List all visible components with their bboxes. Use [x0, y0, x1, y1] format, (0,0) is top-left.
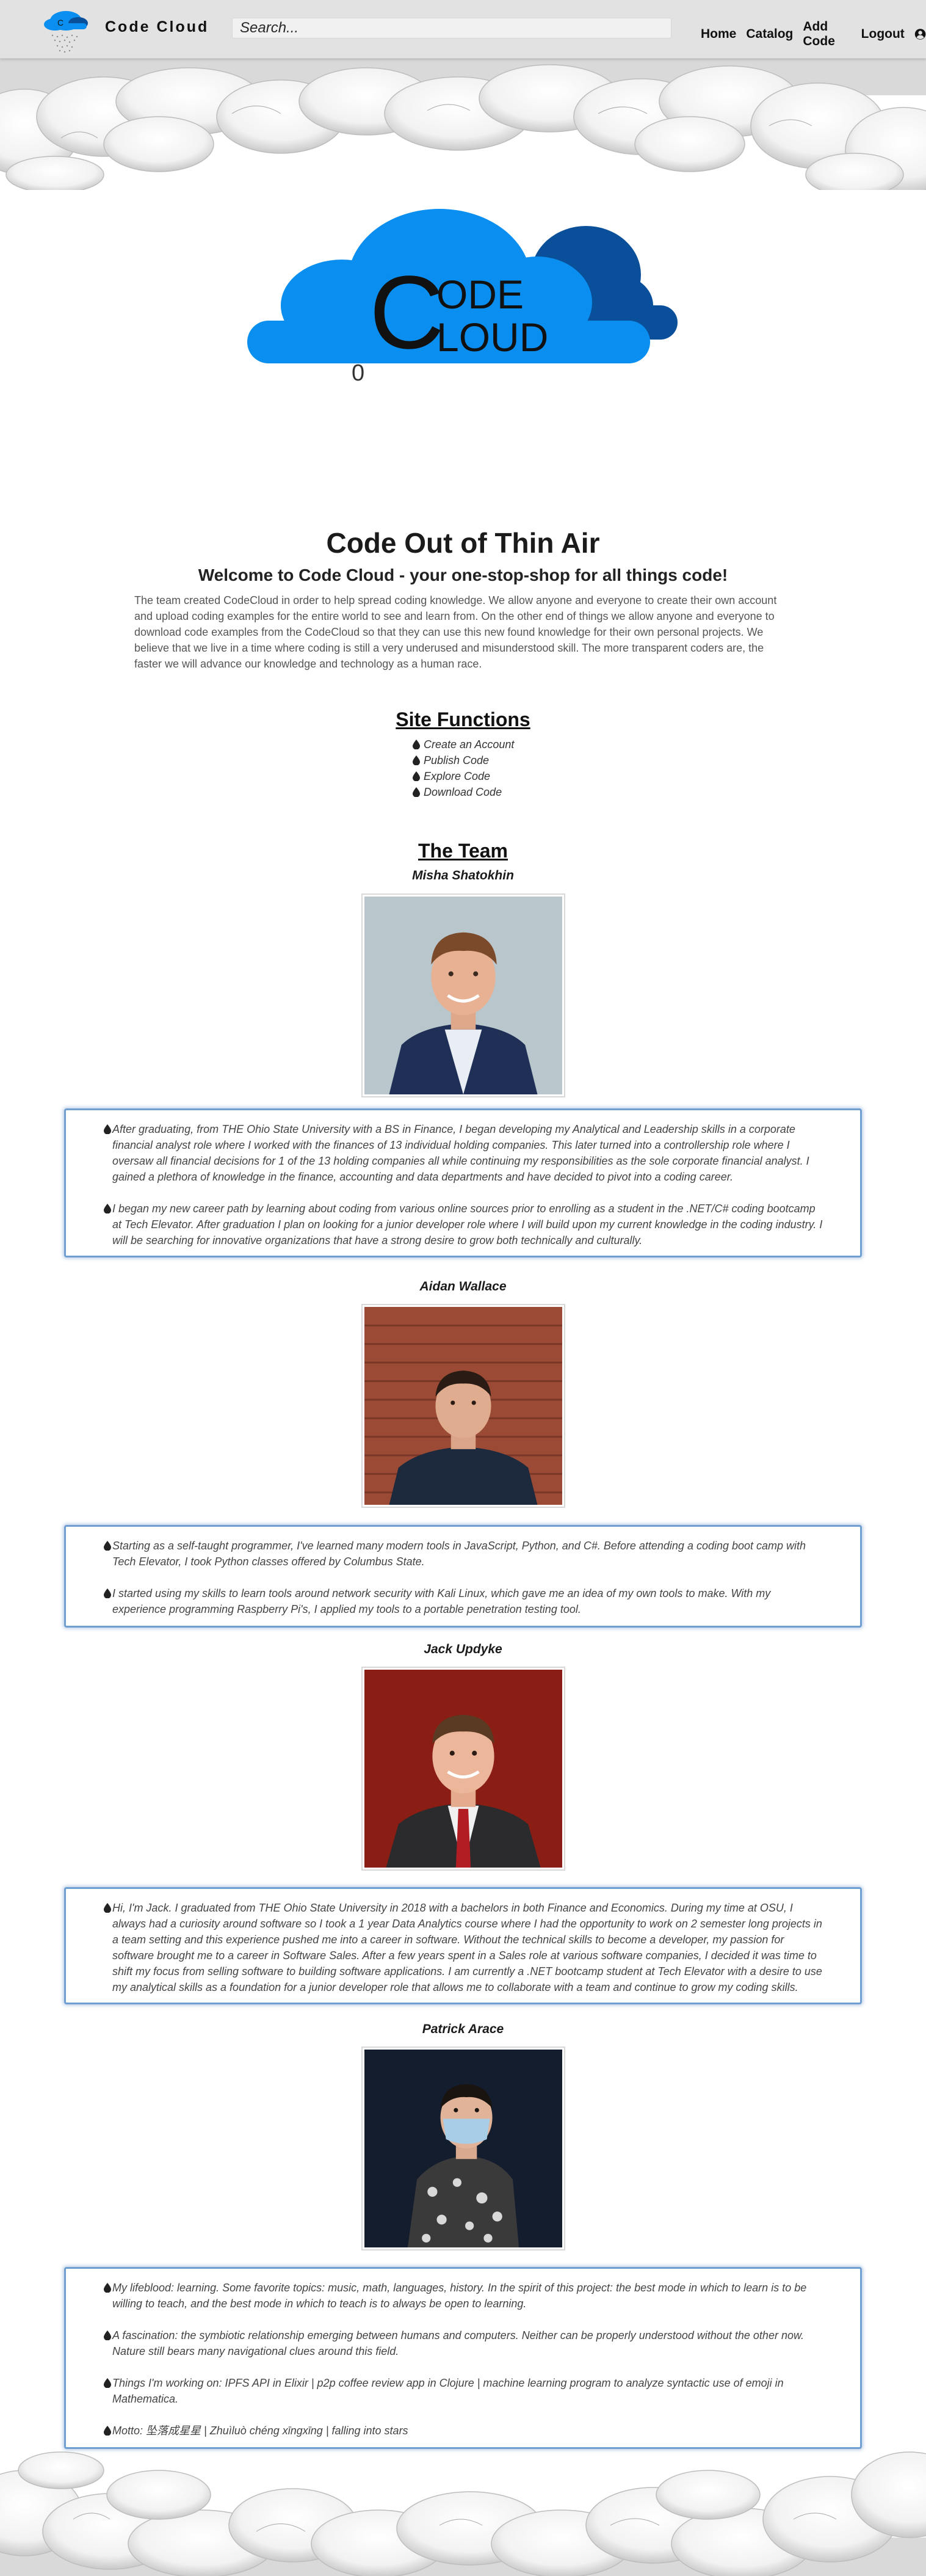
water-drop-icon — [104, 1541, 111, 1551]
member-name-aidan: Aidan Wallace — [419, 1279, 507, 1293]
function-label: Download Code — [424, 785, 502, 798]
water-drop-icon — [413, 787, 420, 797]
list-item: Download Code — [413, 784, 514, 800]
page-subtitle: Welcome to Code Cloud - your one-stop-sh… — [198, 566, 728, 584]
water-drop-icon — [104, 1204, 111, 1213]
user-circle-icon[interactable] — [914, 27, 926, 42]
list-item: Explore Code — [413, 768, 514, 784]
site-logo-icon[interactable]: C — [37, 5, 104, 54]
cloud-banner-bottom — [0, 2446, 926, 2576]
water-drop-icon — [413, 771, 420, 781]
member-photo-patrick — [361, 2047, 565, 2250]
hero-logo: C ODE LOUD — [247, 209, 678, 366]
portrait-image — [364, 1307, 562, 1505]
hero-logo-word-loud: LOUD — [436, 315, 548, 360]
site-functions-heading: Site Functions — [396, 708, 530, 730]
team-heading: The Team — [418, 840, 508, 862]
nav-add-code-link[interactable]: Add Code — [803, 20, 851, 49]
svg-text:C: C — [57, 18, 63, 27]
bio-paragraph: A fascination: the symbiotic relationshi… — [112, 2327, 823, 2359]
function-label: Create an Account — [424, 738, 515, 751]
water-drop-icon — [104, 2378, 111, 2388]
nav-logout-link[interactable]: Logout — [861, 27, 905, 42]
portrait-image — [364, 1670, 562, 1868]
water-drop-icon — [104, 2283, 111, 2293]
list-item: Create an Account — [413, 737, 514, 752]
bio-box-misha: After graduating, from THE Ohio State Un… — [64, 1108, 862, 1257]
bio-box-patrick: My lifeblood: learning. Some favorite to… — [64, 2267, 862, 2449]
water-drop-icon — [104, 1903, 111, 1913]
site-functions-list: Create an Account Publish Code Explore C… — [413, 737, 514, 800]
cloud-decoration — [0, 2451, 926, 2576]
hero-logo-word-ode: ODE — [436, 272, 524, 317]
intro-paragraph: The team created CodeCloud in order to h… — [134, 594, 777, 670]
water-drop-icon — [413, 740, 420, 749]
page-title: Code Out of Thin Air — [326, 527, 600, 559]
bio-box-aidan: Starting as a self-taught programmer, I'… — [64, 1525, 862, 1628]
bio-paragraph: Hi, I'm Jack. I graduated from THE Ohio … — [112, 1900, 823, 1995]
counter-value: 0 — [352, 360, 365, 386]
member-name-jack: Jack Updyke — [424, 1642, 502, 1656]
bio-paragraph: Motto: 坠落成星星 | Zhuìluò chéng xīngxīng | … — [112, 2423, 823, 2439]
member-name-misha: Misha Shatokhin — [412, 868, 514, 882]
hero-logo-letter-c: C — [369, 255, 444, 366]
bio-paragraph: My lifeblood: learning. Some favorite to… — [112, 2280, 823, 2312]
water-drop-icon — [104, 2426, 111, 2436]
cloud-decoration — [0, 59, 926, 190]
function-label: Explore Code — [424, 770, 491, 782]
bio-box-jack: Hi, I'm Jack. I graduated from THE Ohio … — [64, 1887, 862, 2004]
cloud-banner-top — [0, 59, 926, 190]
water-drop-icon — [413, 755, 420, 765]
nav-links: Home Catalog Add Code Logout — [701, 20, 926, 49]
navbar: C Code Cloud Home Catalog Add Code Logou… — [0, 0, 926, 59]
nav-home-link[interactable]: Home — [701, 27, 736, 42]
member-photo-aidan — [361, 1304, 565, 1508]
bio-paragraph: I started using my skills to learn tools… — [112, 1585, 823, 1617]
nav-catalog-link[interactable]: Catalog — [746, 27, 793, 42]
portrait-image — [364, 897, 562, 1094]
member-photo-misha — [361, 893, 565, 1097]
water-drop-icon — [104, 2330, 111, 2340]
brand-name[interactable]: Code Cloud — [105, 18, 209, 36]
bio-paragraph: Things I'm working on: IPFS API in Elixi… — [112, 2375, 823, 2407]
water-drop-icon — [104, 1124, 111, 1134]
member-photo-jack — [361, 1667, 565, 1871]
search-input[interactable] — [232, 18, 671, 38]
bio-paragraph: After graduating, from THE Ohio State Un… — [112, 1121, 823, 1185]
list-item: Publish Code — [413, 752, 514, 768]
member-name-patrick: Patrick Arace — [422, 2022, 504, 2036]
function-label: Publish Code — [424, 754, 490, 766]
portrait-image — [364, 2050, 562, 2247]
water-drop-icon — [104, 1588, 111, 1598]
bio-paragraph: I began my new career path by learning a… — [112, 1201, 823, 1248]
bio-paragraph: Starting as a self-taught programmer, I'… — [112, 1538, 823, 1570]
